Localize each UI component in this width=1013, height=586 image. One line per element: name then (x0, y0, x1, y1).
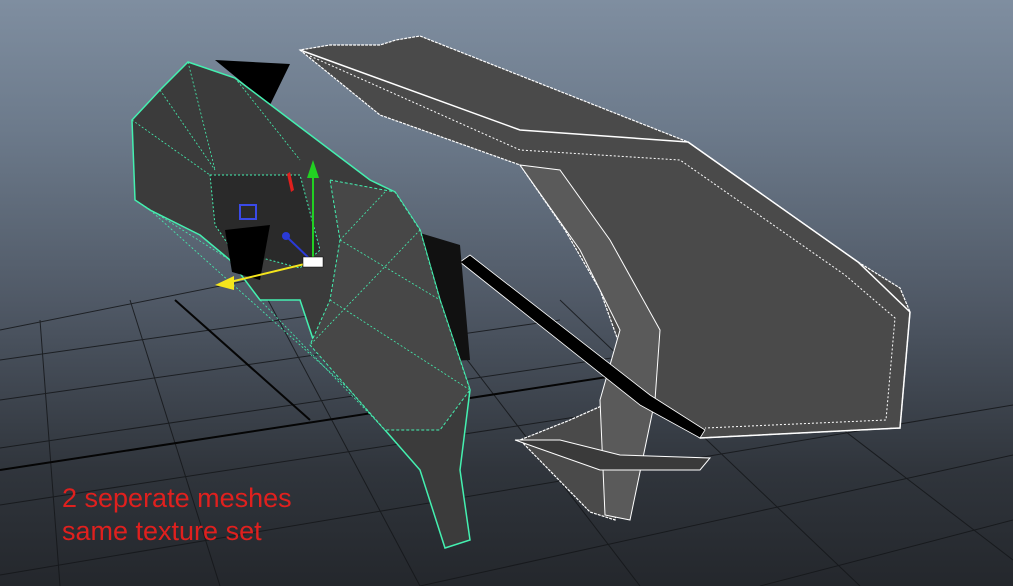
annotation-text: 2 seperate meshes same texture set (62, 482, 292, 548)
bumper-mesh[interactable] (131, 61, 471, 549)
z-axis-arrow-icon[interactable] (282, 232, 290, 240)
3d-viewport[interactable]: 2 seperate meshes same texture set (0, 0, 1013, 586)
annotation-line-2: same texture set (62, 516, 262, 546)
annotation-line-1: 2 seperate meshes (62, 483, 292, 513)
x-axis-arrow-icon[interactable] (215, 276, 234, 290)
center-handle[interactable] (302, 256, 324, 268)
